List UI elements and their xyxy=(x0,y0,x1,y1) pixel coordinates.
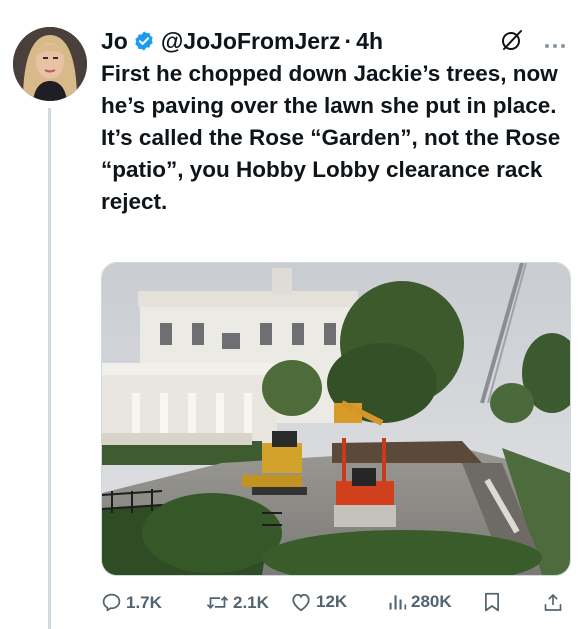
avatar-image xyxy=(13,27,87,101)
tweet-photo[interactable] xyxy=(101,262,571,576)
views-icon xyxy=(389,595,407,610)
timestamp[interactable]: 4h xyxy=(356,28,383,55)
views-count: 280K xyxy=(411,592,452,611)
avatar[interactable] xyxy=(13,27,87,101)
bookmark-icon xyxy=(485,592,499,612)
verified-badge-icon xyxy=(133,30,155,52)
tweet-text-line: First he chopped down Jackie’s trees, no… xyxy=(101,61,558,118)
views-button[interactable]: 280K xyxy=(387,592,452,612)
grok-icon[interactable] xyxy=(500,28,524,58)
action-bar: 1.7K 2.1K 12K 280K xyxy=(101,588,569,618)
repost-icon xyxy=(206,596,229,609)
more-icon[interactable] xyxy=(544,33,566,53)
tweet-header: Jo @JoJoFromJerz · 4h xyxy=(101,26,566,56)
thread-line xyxy=(48,108,51,629)
share-icon xyxy=(544,593,562,611)
share-button[interactable] xyxy=(543,592,563,613)
repost-count: 2.1K xyxy=(233,592,269,612)
heart-icon xyxy=(292,593,310,612)
reply-icon xyxy=(102,593,121,612)
reply-count: 1.7K xyxy=(126,592,162,612)
like-button[interactable]: 12K xyxy=(290,592,347,612)
photo-construction-scene xyxy=(102,263,570,575)
bookmark-button[interactable] xyxy=(483,592,501,613)
separator-dot: · xyxy=(344,27,353,54)
like-count: 12K xyxy=(316,592,348,611)
tweet-text: First he chopped down Jackie’s trees, no… xyxy=(101,58,571,218)
author-name[interactable]: Jo xyxy=(101,28,128,55)
reply-button[interactable]: 1.7K xyxy=(101,592,162,613)
repost-button[interactable]: 2.1K xyxy=(206,592,269,613)
tweet-text-line: It’s called the Rose “Garden”, not the R… xyxy=(101,125,561,214)
author-handle[interactable]: @JoJoFromJerz xyxy=(161,28,341,55)
